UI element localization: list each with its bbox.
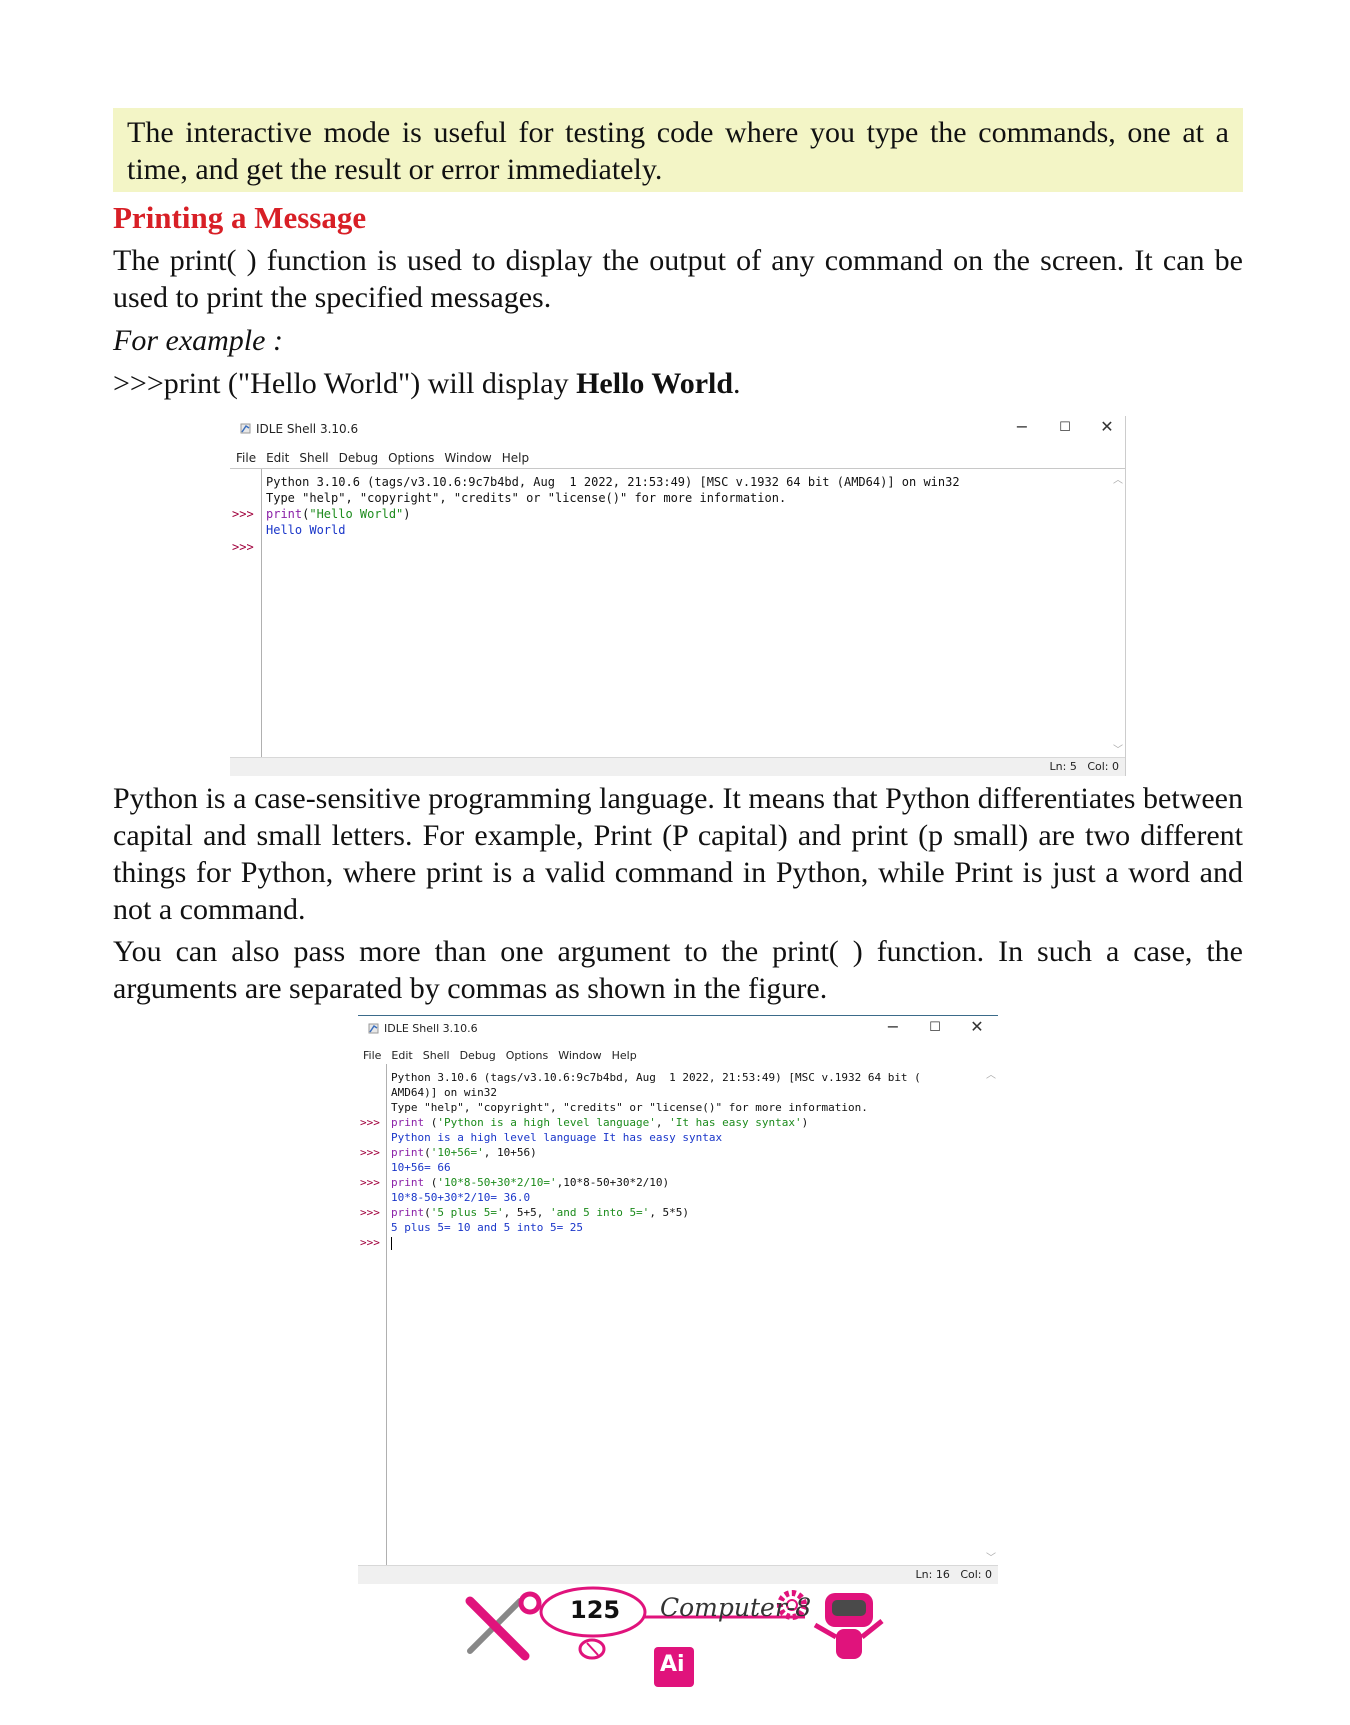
title-bar: IDLE Shell 3.10.6 − ☐ ✕	[230, 416, 1125, 442]
scroll-up-icon[interactable]: ︿	[986, 1066, 996, 1081]
paragraph-case-sensitive: Python is a case-sensitive programming l…	[113, 782, 1243, 926]
window-title: IDLE Shell 3.10.6	[384, 1022, 478, 1035]
menu-shell[interactable]: Shell	[423, 1049, 450, 1062]
menu-edit[interactable]: Edit	[391, 1049, 412, 1062]
maximize-button[interactable]: ☐	[920, 1020, 950, 1035]
page-number: 125	[570, 1596, 621, 1624]
paragraph-print-intro: The print( ) function is used to display…	[113, 244, 1243, 314]
output-line: 10+56= 66	[391, 1161, 451, 1174]
example-line: >>>print ("Hello World") will display He…	[113, 367, 741, 400]
prompt-marker: >>>	[360, 1236, 380, 1249]
menu-file[interactable]: File	[363, 1049, 381, 1062]
prompt-marker: >>>	[360, 1116, 380, 1129]
cursor-position: Ln: 5 Col: 0	[1049, 760, 1119, 773]
brand-name: Computer-8	[660, 1593, 812, 1622]
for-example-label: For example :	[113, 324, 283, 357]
window-title: IDLE Shell 3.10.6	[256, 422, 359, 436]
prompt-marker: >>>	[360, 1146, 380, 1159]
vertical-scrollbar[interactable]: ︿ ﹀	[1111, 469, 1125, 758]
python-version-line: Python 3.10.6 (tags/v3.10.6:9c7b4bd, Aug…	[391, 1071, 921, 1084]
python-version-line-wrap: AMD64)] on win32	[391, 1086, 497, 1099]
python-icon	[240, 423, 251, 434]
menu-options[interactable]: Options	[388, 451, 434, 465]
menu-debug[interactable]: Debug	[460, 1049, 496, 1062]
paragraph-multiple-arguments: You can also pass more than one argument…	[113, 935, 1243, 1005]
minimize-button[interactable]: −	[1007, 417, 1037, 436]
command-line: print('5 plus 5=', 5+5, 'and 5 into 5=',…	[391, 1206, 690, 1219]
section-heading: Printing a Message	[113, 200, 367, 235]
shell-area[interactable]: >>> >>> >>> >>> >>> Python 3.10.6 (tags/…	[358, 1064, 998, 1566]
minimize-button[interactable]: −	[878, 1017, 908, 1036]
python-icon	[368, 1023, 379, 1034]
prompt-marker: >>>	[360, 1176, 380, 1189]
scroll-down-icon[interactable]: ﹀	[986, 1549, 996, 1564]
info-note: The interactive mode is useful for testi…	[113, 108, 1243, 192]
output-line: Python is a high level language It has e…	[391, 1131, 723, 1144]
prompt-gutter: >>> >>> >>> >>> >>>	[358, 1064, 387, 1566]
page-footer: 125 Computer-8 Ai	[0, 1585, 1350, 1695]
menu-help[interactable]: Help	[612, 1049, 637, 1062]
scroll-up-icon[interactable]: ︿	[1113, 471, 1123, 486]
prompt-gutter: >>> >>>	[230, 469, 262, 758]
help-info-line: Type "help", "copyright", "credits" or "…	[391, 1101, 868, 1114]
text-cursor	[391, 1236, 392, 1250]
python-version-line: Python 3.10.6 (tags/v3.10.6:9c7b4bd, Aug…	[266, 475, 960, 489]
menu-shell[interactable]: Shell	[299, 451, 328, 465]
command-line: print("Hello World")	[266, 507, 411, 521]
menu-debug[interactable]: Debug	[339, 451, 378, 465]
command-line: print ('Python is a high level language'…	[391, 1116, 809, 1129]
scroll-down-icon[interactable]: ﹀	[1113, 741, 1123, 756]
idle-shell-window-1: IDLE Shell 3.10.6 − ☐ ✕ File Edit Shell Deb…	[230, 416, 1126, 776]
tools-icon	[465, 1591, 542, 1661]
idle-shell-window-2: IDLE Shell 3.10.6 − ☐ ✕ File Edit Shell Deb…	[358, 1015, 998, 1584]
command-line: print('10+56=', 10+56)	[391, 1146, 537, 1159]
robot-icon	[813, 1593, 884, 1659]
menu-help[interactable]: Help	[502, 451, 529, 465]
menu-bar: File Edit Shell Debug Options Window Help	[236, 451, 1125, 465]
status-bar: Ln: 16 Col: 0	[358, 1565, 998, 1584]
menu-window[interactable]: Window	[558, 1049, 601, 1062]
output-line: 5 plus 5= 10 and 5 into 5= 25	[391, 1221, 584, 1234]
menu-window[interactable]: Window	[444, 451, 491, 465]
title-bar: IDLE Shell 3.10.6 − ☐ ✕	[358, 1016, 998, 1042]
menu-options[interactable]: Options	[506, 1049, 548, 1062]
close-button[interactable]: ✕	[1092, 417, 1122, 436]
status-bar: Ln: 5 Col: 0	[230, 757, 1125, 776]
menu-edit[interactable]: Edit	[266, 451, 289, 465]
output-line: 10*8-50+30*2/10= 36.0	[391, 1191, 531, 1204]
close-button[interactable]: ✕	[962, 1017, 992, 1036]
mouse-icon	[578, 1638, 606, 1660]
ai-badge-label: Ai	[660, 1652, 685, 1677]
command-line: print ('10*8-50+30*2/10=',10*8-50+30*2/1…	[391, 1176, 670, 1189]
menu-bar: File Edit Shell Debug Options Window Help	[363, 1049, 998, 1062]
shell-area[interactable]: >>> >>> Python 3.10.6 (tags/v3.10.6:9c7b…	[230, 468, 1125, 758]
menu-file[interactable]: File	[236, 451, 256, 465]
example-bold: Hello World	[576, 367, 734, 400]
prompt-marker: >>>	[360, 1206, 380, 1219]
prompt-marker: >>>	[232, 540, 254, 554]
vertical-scrollbar[interactable]: ︿ ﹀	[984, 1064, 998, 1566]
prompt-marker: >>>	[232, 507, 254, 521]
cursor-position: Ln: 16 Col: 0	[915, 1568, 992, 1581]
help-info-line: Type "help", "copyright", "credits" or "…	[266, 491, 787, 505]
output-line: Hello World	[266, 523, 346, 537]
maximize-button[interactable]: ☐	[1050, 420, 1080, 435]
